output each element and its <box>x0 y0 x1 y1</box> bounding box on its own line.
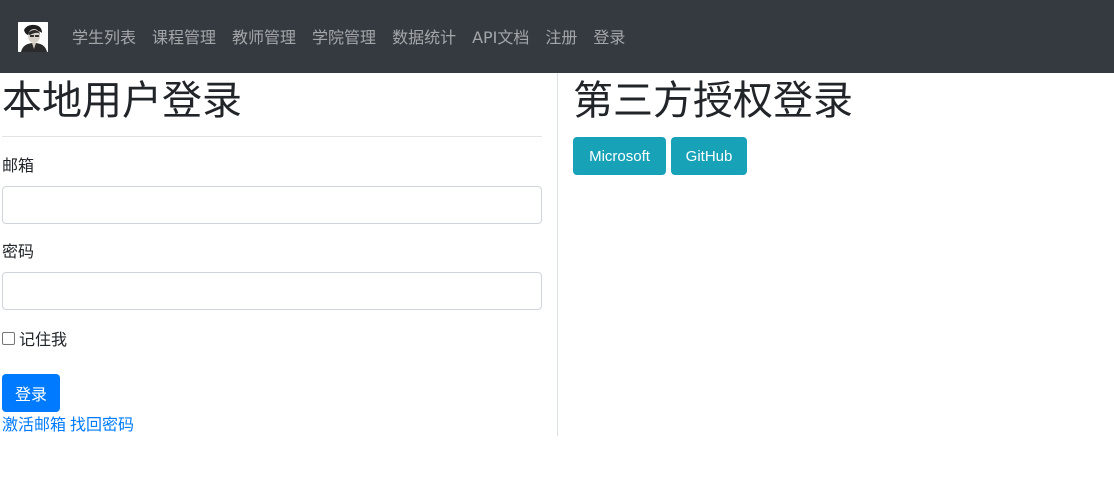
avatar-icon <box>18 22 48 52</box>
remember-me-checkbox[interactable] <box>2 331 15 345</box>
remember-me-label: 记住我 <box>19 330 68 349</box>
account-links: 激活邮箱 找回密码 <box>2 413 134 437</box>
local-login-panel: 本地用户登录 邮箱 密码 记住我 登录 激活邮箱 找回密码 <box>2 73 542 437</box>
nav-link-courses[interactable]: 课程管理 <box>144 26 224 50</box>
password-field[interactable] <box>2 272 542 310</box>
column-divider <box>557 73 558 436</box>
nav-link-colleges[interactable]: 学院管理 <box>304 26 384 50</box>
reset-password-link[interactable]: 找回密码 <box>70 413 134 437</box>
brand-logo[interactable] <box>18 22 48 52</box>
email-field[interactable] <box>2 186 542 224</box>
nav-link-statistics[interactable]: 数据统计 <box>384 26 464 50</box>
top-navbar: 学生列表 课程管理 教师管理 学院管理 数据统计 API文档 注册 登录 <box>0 0 1114 73</box>
nav-link-login[interactable]: 登录 <box>585 26 633 50</box>
nav-link-register[interactable]: 注册 <box>537 26 585 50</box>
github-login-button[interactable]: GitHub <box>671 137 747 175</box>
third-party-title: 第三方授权登录 <box>573 78 853 124</box>
title-divider <box>2 136 542 137</box>
nav-link-teachers[interactable]: 教师管理 <box>224 26 304 50</box>
nav-menu: 学生列表 课程管理 教师管理 学院管理 数据统计 API文档 注册 登录 <box>64 26 633 50</box>
activate-email-link[interactable]: 激活邮箱 <box>2 413 66 437</box>
password-label: 密码 <box>2 242 35 261</box>
nav-link-api-docs[interactable]: API文档 <box>464 26 537 50</box>
microsoft-login-button[interactable]: Microsoft <box>573 137 666 175</box>
email-label: 邮箱 <box>2 156 35 175</box>
login-submit-button[interactable]: 登录 <box>2 374 60 412</box>
remember-me-row: 记住我 <box>2 326 67 350</box>
nav-link-students[interactable]: 学生列表 <box>64 26 144 50</box>
local-login-title: 本地用户登录 <box>2 78 242 124</box>
